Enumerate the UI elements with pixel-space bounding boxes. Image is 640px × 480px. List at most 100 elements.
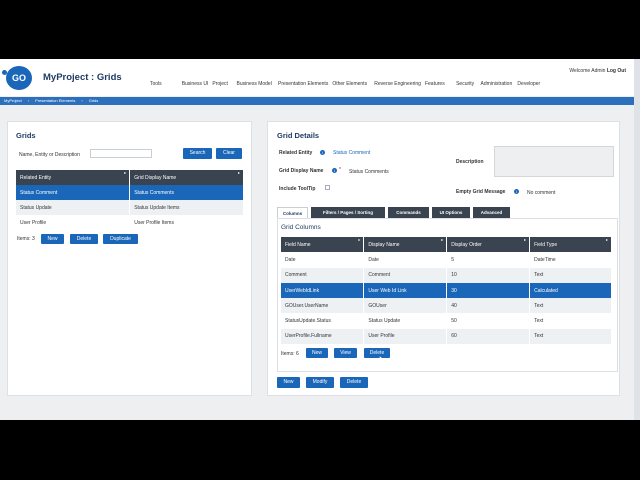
column-header-label: Grid Display Name — [134, 174, 177, 181]
column-header-label: Display Name — [368, 241, 400, 248]
empty-message-info-icon[interactable]: i — [514, 189, 519, 194]
table-cell: UserProfile.Fullname — [281, 328, 365, 345]
table-row[interactable]: Comment Comment 10 Text — [281, 267, 612, 283]
table-cell: Text — [529, 313, 612, 329]
table-row[interactable]: StatusUpdate.Status Status Update 50 Text — [281, 313, 612, 329]
tab-filters-pages-sorting[interactable]: Filters / Pages / Sorting — [311, 207, 385, 218]
menu-item-tools[interactable]: Tools — [150, 81, 162, 87]
table-cell: Comment — [281, 267, 365, 283]
menu-item-business-model[interactable]: Business Model — [237, 81, 272, 87]
grid-details-title: Grid Details — [277, 131, 320, 140]
display-name-info-icon[interactable]: i — [332, 168, 337, 173]
related-entity-value[interactable]: Status Comment — [333, 150, 370, 156]
table-cell: Date — [281, 252, 365, 268]
table-cell: Status Update — [16, 200, 131, 215]
column-header-label: Display Order — [451, 241, 482, 248]
tab-advanced[interactable]: Advanced — [473, 207, 510, 218]
table-cell: 10 — [446, 267, 531, 283]
table-header-row: Field Name ▸ Display Name ▸ Display Order ▸ Fi… — [281, 237, 612, 253]
columns-items-count: Items: 6 — [281, 351, 299, 357]
column-header[interactable]: Display Name ▸ — [363, 237, 448, 253]
menu-item-features[interactable]: Features — [425, 81, 445, 87]
new-grid-button[interactable]: New — [41, 234, 64, 244]
logout-link[interactable]: Log Out — [607, 68, 626, 74]
tab-ui-options[interactable]: UI Options — [432, 207, 470, 218]
welcome-area: Welcome Admin Log Out — [569, 68, 626, 74]
table-row[interactable]: GOUser.UserName GOUser 40 Text — [281, 298, 612, 314]
table-row[interactable]: Date Date 5 DateTime — [281, 252, 612, 268]
display-name-label: Grid Display Name — [279, 168, 324, 174]
sort-icon[interactable]: ▸ — [358, 237, 360, 242]
menu-item-business-ui[interactable]: Business UI — [182, 81, 209, 87]
delete-grid-button[interactable]: Delete — [70, 234, 98, 244]
table-cell: 5 — [446, 252, 531, 268]
menu-item-reverse-engineering[interactable]: Reverse Engineering — [374, 81, 421, 87]
include-tooltip-checkbox[interactable] — [325, 185, 330, 190]
grids-panel: Grids Name, Entity or Description Search… — [7, 121, 252, 396]
sort-icon[interactable]: ▸ — [606, 237, 608, 242]
table-cell: 40 — [446, 298, 531, 314]
table-cell: 60 — [446, 328, 531, 345]
table-cell: GOUser — [363, 298, 448, 314]
table-cell: Status Update Items — [129, 200, 244, 215]
table-cell: DateTime — [529, 252, 612, 268]
description-textarea[interactable] — [494, 146, 614, 177]
breadcrumb-item[interactable]: Presentation Elements — [35, 98, 75, 103]
table-cell: Comment — [363, 267, 448, 283]
menu-item-security[interactable]: Security — [456, 81, 474, 87]
column-header-label: Field Name — [285, 241, 311, 248]
empty-message-label: Empty Grid Message — [456, 189, 506, 195]
related-entity-info-icon[interactable]: i — [320, 150, 325, 155]
footer-new-button[interactable]: New — [277, 377, 300, 388]
menu-item-project[interactable]: Project — [212, 81, 228, 87]
required-marker: * — [339, 167, 341, 173]
table-row[interactable]: Status Comment Status Comments — [16, 185, 244, 200]
breadcrumb-item[interactable]: MyProject — [4, 98, 22, 103]
table-cell: UserWebIdLink — [281, 282, 365, 299]
menu-item-other-elements[interactable]: Other Elements — [332, 81, 367, 87]
table-cell: Calculated — [529, 282, 612, 299]
table-header-row: Related Entity ▸ Grid Display Name ▸ — [16, 170, 244, 185]
table-row[interactable]: Status Update Status Update Items — [16, 200, 244, 215]
menu-item-administration[interactable]: Administration — [481, 81, 513, 87]
footer-modify-button[interactable]: Modify — [306, 377, 334, 388]
sort-icon[interactable]: ▸ — [441, 237, 443, 242]
table-cell: Status Comment — [16, 185, 131, 200]
grid-columns-title: Grid Columns — [281, 224, 321, 231]
breadcrumb: MyProject › Presentation Elements › Grids — [0, 97, 634, 105]
grids-items-count: Items: 3 — [17, 236, 35, 242]
sort-icon[interactable]: ▸ — [124, 170, 126, 175]
app-logo[interactable]: GO — [6, 66, 32, 90]
tab-columns[interactable]: Columns — [277, 207, 308, 218]
table-row[interactable]: UserWebIdLink User Web Id Link 30 Calculate… — [281, 282, 612, 299]
search-input[interactable] — [90, 149, 152, 158]
display-name-value: Status Comments — [349, 169, 389, 175]
sort-icon[interactable]: ▸ — [524, 237, 526, 242]
grids-table: Related Entity ▸ Grid Display Name ▸ Status … — [16, 170, 244, 230]
table-row[interactable]: User Profile User Profile Items — [16, 215, 244, 230]
menu-item-presentation-elements[interactable]: Presentation Elements — [278, 81, 328, 87]
grid-details-panel: Grid Details Related Entity i Status Com… — [267, 121, 620, 396]
column-header[interactable]: Related Entity ▸ — [16, 170, 131, 185]
table-cell: Text — [529, 267, 612, 283]
column-header[interactable]: Field Type ▸ — [529, 237, 612, 253]
view-column-button[interactable]: View — [334, 348, 357, 358]
menu-item-developer[interactable]: Developer — [517, 81, 540, 87]
column-header[interactable]: Display Order ▸ — [446, 237, 531, 253]
column-header-label: Related Entity — [20, 174, 52, 181]
tab-commands[interactable]: Commands — [388, 207, 429, 218]
new-column-button[interactable]: New — [306, 348, 328, 358]
welcome-text: Welcome Admin — [569, 68, 606, 74]
search-button[interactable]: Search — [183, 148, 212, 159]
duplicate-grid-button[interactable]: Duplicate — [103, 234, 138, 244]
include-tooltip-label: Include ToolTip — [279, 186, 316, 192]
table-row[interactable]: UserProfile.Fullname User Profile 60 Text — [281, 328, 612, 345]
clear-button[interactable]: Clear — [216, 148, 242, 159]
column-header[interactable]: Grid Display Name ▸ — [129, 170, 244, 185]
scrollbar[interactable] — [634, 59, 640, 420]
table-cell: User Profile Items — [129, 215, 244, 230]
app-title: MyProject : Grids — [43, 72, 122, 83]
column-header[interactable]: Field Name ▸ — [281, 237, 365, 253]
sort-icon[interactable]: ▸ — [238, 170, 240, 175]
footer-delete-button[interactable]: Delete — [340, 377, 368, 388]
